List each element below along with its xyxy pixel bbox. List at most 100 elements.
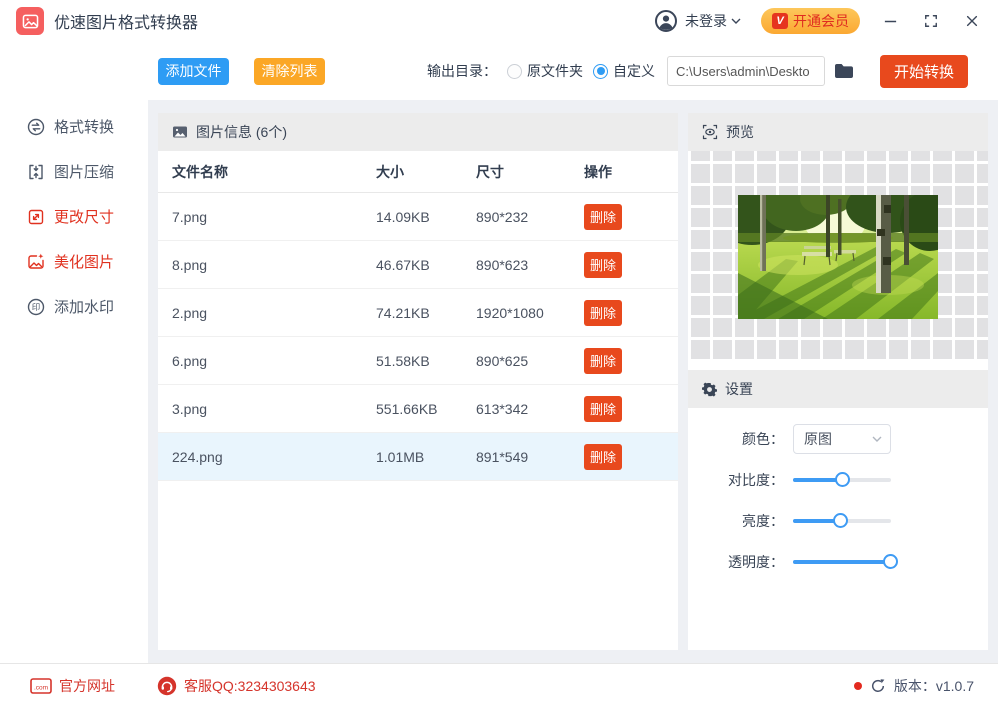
resize-icon	[28, 209, 44, 224]
file-name: 224.png	[172, 448, 223, 465]
slider-row: 对比度：	[688, 465, 988, 495]
delete-button[interactable]: 删除	[584, 299, 622, 326]
radio-source-circle[interactable]	[507, 63, 522, 79]
main-area: 添加文件 清除列表 输出目录： 原文件夹 自定义 开始转换	[148, 42, 998, 663]
vip-button[interactable]: V 开通会员	[761, 8, 860, 34]
settings-title: 设置	[725, 381, 753, 397]
sidebar-item-watermark[interactable]: 印 添加水印	[0, 284, 148, 329]
file-table-panel: 图片信息 (6个) 文件名称 大小 尺寸 操作 7.png 14.09KB 89…	[158, 113, 678, 650]
slider-row: 亮度：	[688, 506, 988, 536]
app-title: 优速图片格式转换器	[54, 15, 199, 32]
table-row[interactable]: 8.png 46.67KB 890*623 删除	[158, 241, 678, 289]
refresh-icon[interactable]	[870, 678, 886, 694]
file-size: 1.01MB	[376, 448, 425, 465]
slider-handle[interactable]	[883, 554, 898, 569]
sliders-container: 对比度： 亮度： 透明度：	[688, 465, 988, 577]
sidebar: 格式转换 图片压缩 更改尺寸 美化图片 印 添加水印	[0, 42, 148, 663]
transparency-checkerboard	[688, 151, 988, 362]
slider-row: 透明度：	[688, 547, 988, 577]
settings-body: 颜色： 原图 对比度： 亮度： 透明度：	[688, 408, 988, 577]
file-dimensions: 613*342	[476, 400, 529, 417]
file-dimensions: 890*625	[476, 352, 529, 369]
vip-badge-icon: V	[772, 13, 788, 29]
file-dimensions: 890*623	[476, 256, 529, 273]
delete-button[interactable]: 删除	[584, 347, 622, 374]
support-qq-link[interactable]: 客服QQ:3234303643	[157, 676, 316, 696]
output-path-input[interactable]	[667, 56, 825, 86]
file-name: 7.png	[172, 208, 208, 225]
minimize-button[interactable]	[882, 13, 898, 29]
delete-button[interactable]: 删除	[584, 203, 622, 230]
radio-source-folder[interactable]: 原文件夹	[507, 61, 583, 81]
close-button[interactable]	[964, 13, 980, 29]
file-size: 74.21KB	[376, 304, 430, 321]
radio-custom[interactable]: 自定义	[593, 61, 655, 81]
compress-icon	[29, 164, 43, 179]
clear-list-button[interactable]: 清除列表	[254, 57, 325, 85]
svg-text:.com: .com	[34, 685, 48, 692]
output-dir-label: 输出目录：	[427, 63, 497, 79]
col-header-name: 文件名称	[172, 163, 228, 180]
color-dropdown[interactable]: 原图	[793, 424, 891, 454]
slider[interactable]	[793, 506, 891, 536]
radio-custom-circle[interactable]	[593, 63, 608, 79]
file-name: 3.png	[172, 400, 208, 417]
file-name: 6.png	[172, 352, 208, 369]
sidebar-item-convert[interactable]: 格式转换	[0, 104, 148, 149]
chevron-down-icon[interactable]	[731, 18, 741, 25]
table-row[interactable]: 6.png 51.58KB 890*625 删除	[158, 337, 678, 385]
content-area: 图片信息 (6个) 文件名称 大小 尺寸 操作 7.png 14.09KB 89…	[148, 100, 998, 663]
delete-button[interactable]: 删除	[584, 395, 622, 422]
slider-handle[interactable]	[833, 513, 849, 528]
file-name: 8.png	[172, 256, 208, 273]
right-panel: 预览 设置 颜色： 原图 对比度： 亮度： 透明度：	[688, 113, 988, 650]
preview-image	[738, 194, 938, 319]
user-avatar-icon[interactable]	[655, 10, 677, 32]
panel-gap	[688, 362, 988, 370]
slider-handle[interactable]	[834, 472, 850, 487]
color-label: 颜色：	[742, 431, 784, 447]
slider[interactable]	[793, 465, 891, 495]
sidebar-menu: 格式转换 图片压缩 更改尺寸 美化图片 印 添加水印	[0, 104, 148, 329]
delete-button[interactable]: 删除	[584, 251, 622, 278]
add-files-button[interactable]: 添加文件	[158, 57, 229, 85]
table-header-row: 文件名称 大小 尺寸 操作	[158, 151, 678, 193]
app-logo-icon	[16, 7, 44, 35]
sidebar-item-compress[interactable]: 图片压缩	[0, 149, 148, 194]
start-convert-button[interactable]: 开始转换	[880, 54, 968, 88]
image-info-icon	[173, 126, 187, 138]
vip-label: 开通会员	[793, 13, 849, 29]
app-window: 优速图片格式转换器 未登录 V 开通会员 格式转换 图片压缩 更改尺寸 美化图片…	[0, 0, 998, 708]
preview-title: 预览	[726, 124, 754, 140]
official-site-link[interactable]: .com 官方网址	[30, 676, 115, 696]
file-dimensions: 891*549	[476, 448, 529, 465]
beautify-icon	[28, 253, 44, 269]
svg-text:印: 印	[32, 302, 41, 313]
col-header-dims: 尺寸	[476, 163, 504, 180]
table-row[interactable]: 2.png 74.21KB 1920*1080 删除	[158, 289, 678, 337]
browse-folder-icon[interactable]	[834, 63, 854, 79]
file-dimensions: 1920*1080	[476, 304, 544, 321]
file-name: 2.png	[172, 304, 208, 321]
table-panel-title: 图片信息 (6个)	[196, 124, 287, 140]
status-dot	[853, 682, 862, 690]
delete-button[interactable]: 删除	[584, 443, 622, 470]
preview-header: 预览	[688, 113, 988, 151]
headset-icon	[157, 676, 177, 696]
maximize-button[interactable]	[923, 13, 939, 29]
footer: .com 官方网址 客服QQ:3234303643 版本：v1.0.7	[0, 663, 998, 708]
color-dropdown-value: 原图	[804, 431, 832, 447]
table-row[interactable]: 7.png 14.09KB 890*232 删除	[158, 193, 678, 241]
gear-icon	[702, 382, 717, 396]
table-row[interactable]: 3.png 551.66KB 613*342 删除	[158, 385, 678, 433]
preview-eye-icon	[702, 124, 718, 140]
sidebar-item-resize[interactable]: 更改尺寸	[0, 194, 148, 239]
toolbar: 添加文件 清除列表 输出目录： 原文件夹 自定义 开始转换	[148, 42, 998, 100]
watermark-icon: 印	[27, 298, 45, 315]
login-status[interactable]: 未登录	[685, 11, 727, 31]
col-header-size: 大小	[376, 163, 404, 180]
table-row[interactable]: 224.png 1.01MB 891*549 删除	[158, 433, 678, 481]
sidebar-item-beautify[interactable]: 美化图片	[0, 239, 148, 284]
slider[interactable]	[793, 547, 898, 577]
file-size: 551.66KB	[376, 400, 438, 417]
